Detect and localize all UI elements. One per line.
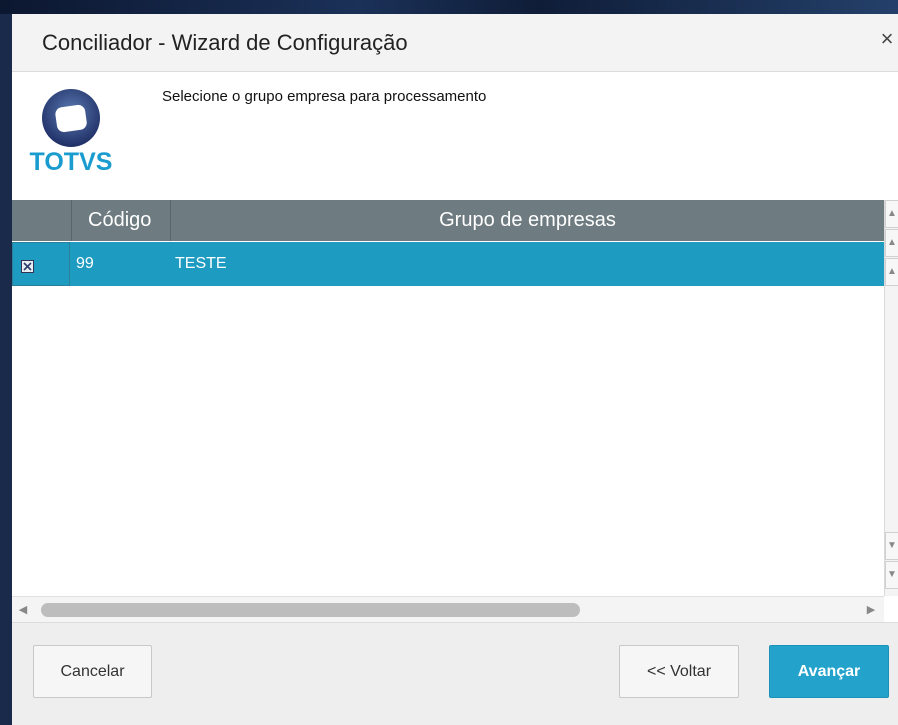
table-row[interactable]: 99 TESTE [12,242,884,286]
column-header-codigo[interactable]: Código [72,200,171,241]
wizard-footer: Cancelar << Voltar Avançar [12,622,898,725]
horizontal-scrollbar[interactable]: ◀ ▶ [12,596,884,623]
wizard-header: TOTVS Selecione o grupo empresa para pro… [12,72,898,200]
instruction-text: Selecione o grupo empresa para processam… [162,88,487,105]
desktop-background [0,0,898,14]
scroll-thumb[interactable] [41,603,580,617]
dialog-titlebar: Conciliador - Wizard de Configuração × [12,14,898,72]
cancel-button[interactable]: Cancelar [33,645,152,698]
grid-header: Código Grupo de empresas [12,200,884,241]
scroll-top-icon[interactable]: ▲ [885,200,898,228]
scroll-down-icon[interactable]: ▼ [885,532,898,560]
scroll-page-up-icon[interactable]: ▲ [885,229,898,257]
next-button[interactable]: Avançar [769,645,889,698]
wizard-dialog: Conciliador - Wizard de Configuração × T… [12,14,898,725]
logo-text: TOTVS [30,148,113,176]
back-button[interactable]: << Voltar [619,645,739,698]
checkbox-checked-icon[interactable] [21,260,34,273]
company-group-grid: Código Grupo de empresas 99 TESTE ▲ ▲ ▲ … [12,200,898,623]
dialog-title: Conciliador - Wizard de Configuração [42,30,408,55]
row-select-cell[interactable] [12,242,70,286]
totvs-logo: TOTVS [30,89,113,176]
scroll-right-icon[interactable]: ▶ [864,603,878,617]
scroll-up-icon[interactable]: ▲ [885,258,898,286]
row-codigo: 99 [76,255,94,272]
row-grupo: TESTE [175,255,227,272]
scroll-left-icon[interactable]: ◀ [16,603,30,617]
close-icon[interactable]: × [876,28,898,50]
vertical-scrollbar[interactable]: ▲ ▲ ▲ ▼ ▼ [884,200,898,596]
column-header-grupo[interactable]: Grupo de empresas [171,200,884,241]
column-header-select[interactable] [12,200,72,241]
scroll-page-down-icon[interactable]: ▼ [885,561,898,589]
